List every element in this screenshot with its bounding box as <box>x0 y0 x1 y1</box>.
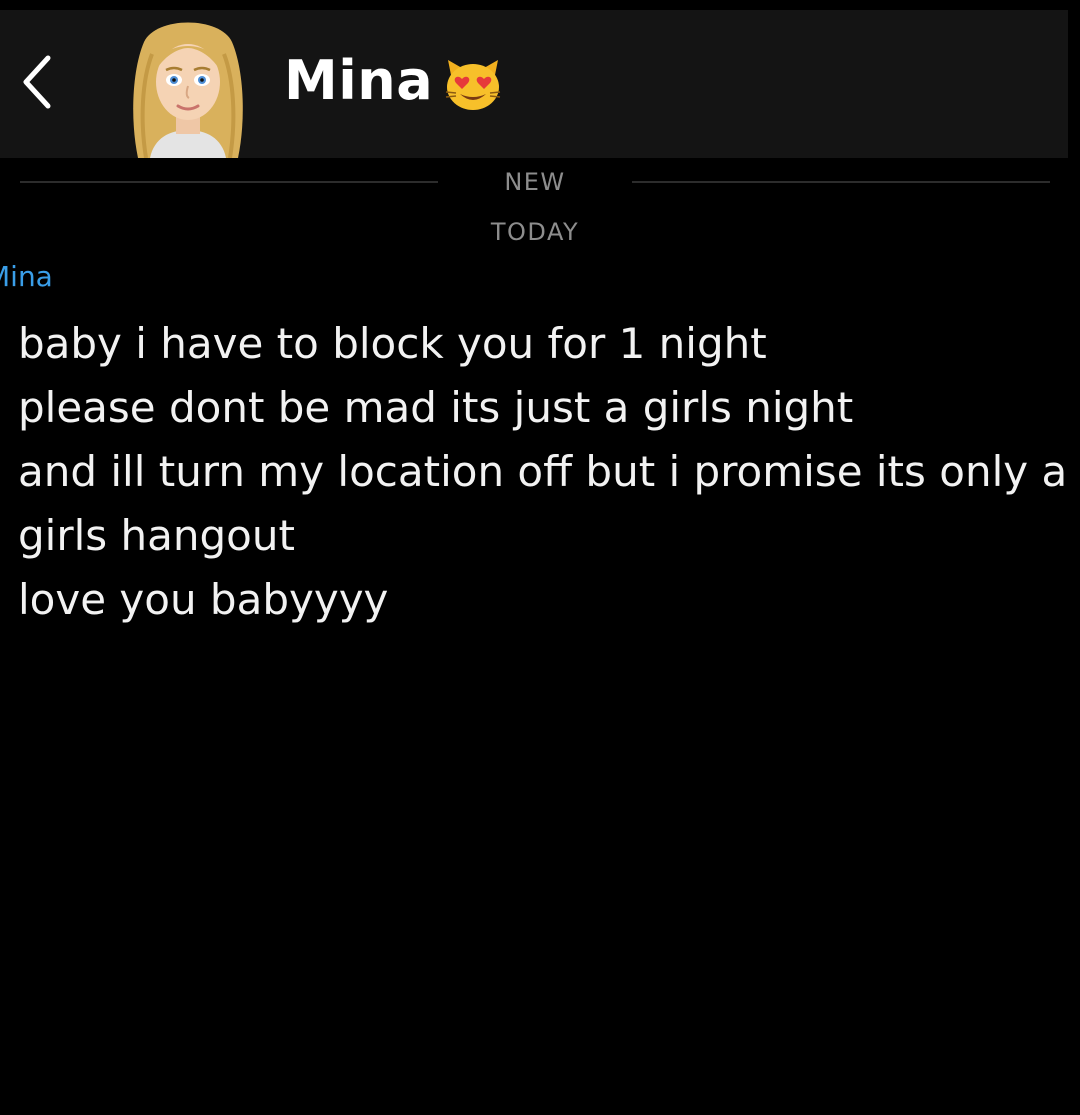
back-button[interactable] <box>18 50 58 114</box>
date-label: TODAY <box>490 218 580 246</box>
sender-name: Mina <box>0 260 53 293</box>
message-text[interactable]: baby i have to block you for 1 night <box>18 312 1078 376</box>
message-list: baby i have to block you for 1 night ple… <box>18 312 1078 632</box>
new-messages-divider: NEW <box>20 168 1050 196</box>
chat-header: Mina <box>0 10 1068 159</box>
bitmoji-avatar-icon <box>133 22 243 159</box>
avatar[interactable] <box>124 10 252 159</box>
message-text[interactable]: love you babyyyy <box>18 568 1078 632</box>
chevron-left-icon <box>23 55 51 109</box>
contact-name[interactable]: Mina <box>284 54 433 108</box>
message-text[interactable]: and ill turn my location off but i promi… <box>18 440 1078 568</box>
new-label: NEW <box>504 168 566 196</box>
message-text[interactable]: please dont be mad its just a girls nigh… <box>18 376 1078 440</box>
smiling-cat-heart-eyes-icon <box>442 52 504 114</box>
